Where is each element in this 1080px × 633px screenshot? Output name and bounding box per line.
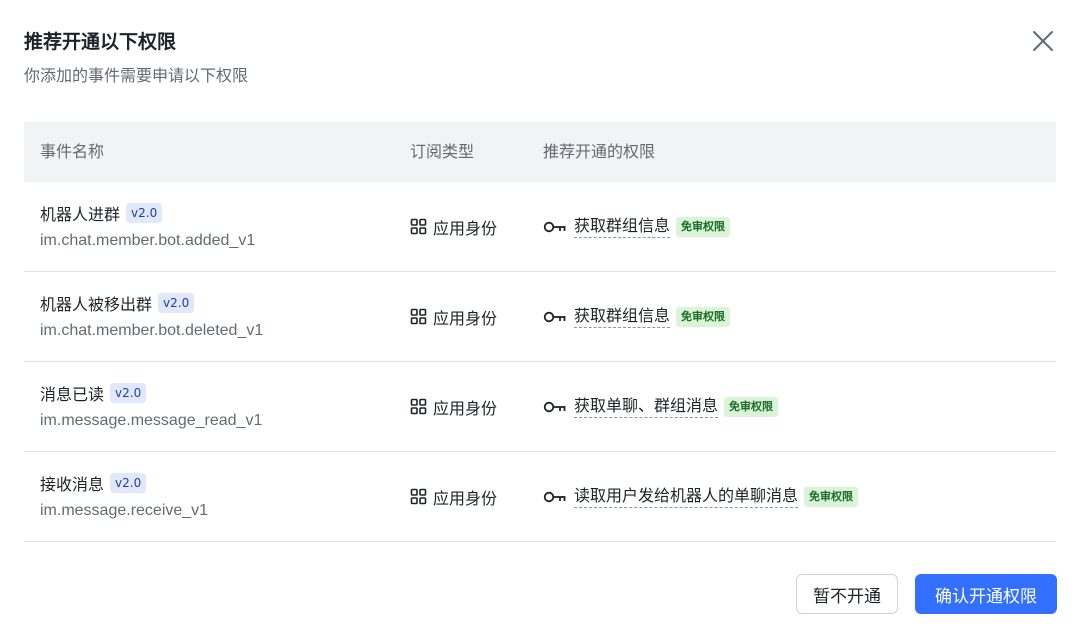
event-name-cell: 接收消息 v2.0 im.message.receive_v1 bbox=[40, 470, 208, 523]
key-icon bbox=[543, 221, 566, 232]
subscribe-type-cell: 应用身份 bbox=[410, 362, 497, 451]
permission-link[interactable]: 获取群组信息 bbox=[574, 215, 671, 238]
table-row: 接收消息 v2.0 im.message.receive_v1 应用身份 读取用… bbox=[24, 452, 1056, 542]
close-button[interactable] bbox=[1030, 28, 1056, 54]
table-row: 机器人进群 v2.0 im.chat.member.bot.added_v1 应… bbox=[24, 182, 1056, 272]
version-badge: v2.0 bbox=[158, 293, 195, 313]
subscribe-type-cell: 应用身份 bbox=[410, 452, 497, 541]
permission-cell: 获取群组信息 免审权限 bbox=[543, 182, 731, 271]
app-grid-icon bbox=[410, 488, 427, 505]
event-key: im.chat.member.bot.deleted_v1 bbox=[40, 322, 264, 339]
table-header: 事件名称 订阅类型 推荐开通的权限 bbox=[24, 122, 1056, 182]
subscribe-type: 应用身份 bbox=[433, 398, 498, 418]
table-row: 机器人被移出群 v2.0 im.chat.member.bot.deleted_… bbox=[24, 272, 1056, 362]
permission-link[interactable]: 获取群组信息 bbox=[574, 305, 671, 328]
event-name: 消息已读 bbox=[40, 385, 105, 404]
key-icon bbox=[543, 491, 566, 502]
event-key: im.chat.member.bot.added_v1 bbox=[40, 232, 256, 249]
permission-dialog: 推荐开通以下权限 你添加的事件需要申请以下权限 事件名称 订阅类型 推荐开通的权… bbox=[0, 0, 1080, 633]
close-icon bbox=[1033, 31, 1053, 51]
no-review-badge: 免审权限 bbox=[676, 306, 731, 327]
permissions-table: 事件名称 订阅类型 推荐开通的权限 机器人进群 v2.0 im.chat.mem… bbox=[24, 122, 1056, 542]
not-now-button[interactable]: 暂不开通 bbox=[796, 574, 898, 614]
version-badge: v2.0 bbox=[126, 203, 163, 223]
subscribe-type: 应用身份 bbox=[433, 488, 498, 508]
event-name: 接收消息 bbox=[40, 475, 105, 494]
header-subscribe-type: 订阅类型 bbox=[410, 142, 475, 161]
key-icon bbox=[543, 311, 566, 322]
key-icon bbox=[543, 401, 566, 412]
permission-cell: 获取群组信息 免审权限 bbox=[543, 272, 731, 361]
no-review-badge: 免审权限 bbox=[724, 396, 779, 417]
subscribe-type: 应用身份 bbox=[433, 218, 498, 238]
subscribe-type-cell: 应用身份 bbox=[410, 272, 497, 361]
event-name: 机器人进群 bbox=[40, 205, 121, 224]
subscribe-type-cell: 应用身份 bbox=[410, 182, 497, 271]
app-grid-icon bbox=[410, 398, 427, 415]
no-review-badge: 免审权限 bbox=[676, 216, 731, 237]
permission-cell: 读取用户发给机器人的单聊消息 免审权限 bbox=[543, 452, 859, 541]
permission-link[interactable]: 读取用户发给机器人的单聊消息 bbox=[574, 485, 799, 508]
event-name-cell: 机器人被移出群 v2.0 im.chat.member.bot.deleted_… bbox=[40, 290, 263, 343]
permission-link[interactable]: 获取单聊、群组消息 bbox=[574, 395, 719, 418]
app-grid-icon bbox=[410, 308, 427, 325]
subscribe-type: 应用身份 bbox=[433, 308, 498, 328]
no-review-badge: 免审权限 bbox=[804, 486, 859, 507]
event-key: im.message.message_read_v1 bbox=[40, 412, 263, 429]
version-badge: v2.0 bbox=[110, 383, 147, 403]
event-name: 机器人被移出群 bbox=[40, 295, 153, 314]
confirm-permissions-button[interactable]: 确认开通权限 bbox=[915, 574, 1057, 614]
event-key: im.message.receive_v1 bbox=[40, 502, 209, 519]
app-grid-icon bbox=[410, 218, 427, 235]
dialog-title: 推荐开通以下权限 bbox=[24, 31, 177, 53]
table-row: 消息已读 v2.0 im.message.message_read_v1 应用身… bbox=[24, 362, 1056, 452]
event-name-cell: 消息已读 v2.0 im.message.message_read_v1 bbox=[40, 380, 262, 433]
event-name-cell: 机器人进群 v2.0 im.chat.member.bot.added_v1 bbox=[40, 200, 255, 253]
header-permission: 推荐开通的权限 bbox=[543, 142, 656, 161]
permission-cell: 获取单聊、群组消息 免审权限 bbox=[543, 362, 779, 451]
version-badge: v2.0 bbox=[110, 473, 147, 493]
header-event-name: 事件名称 bbox=[40, 142, 105, 161]
dialog-subtitle: 你添加的事件需要申请以下权限 bbox=[24, 66, 249, 85]
